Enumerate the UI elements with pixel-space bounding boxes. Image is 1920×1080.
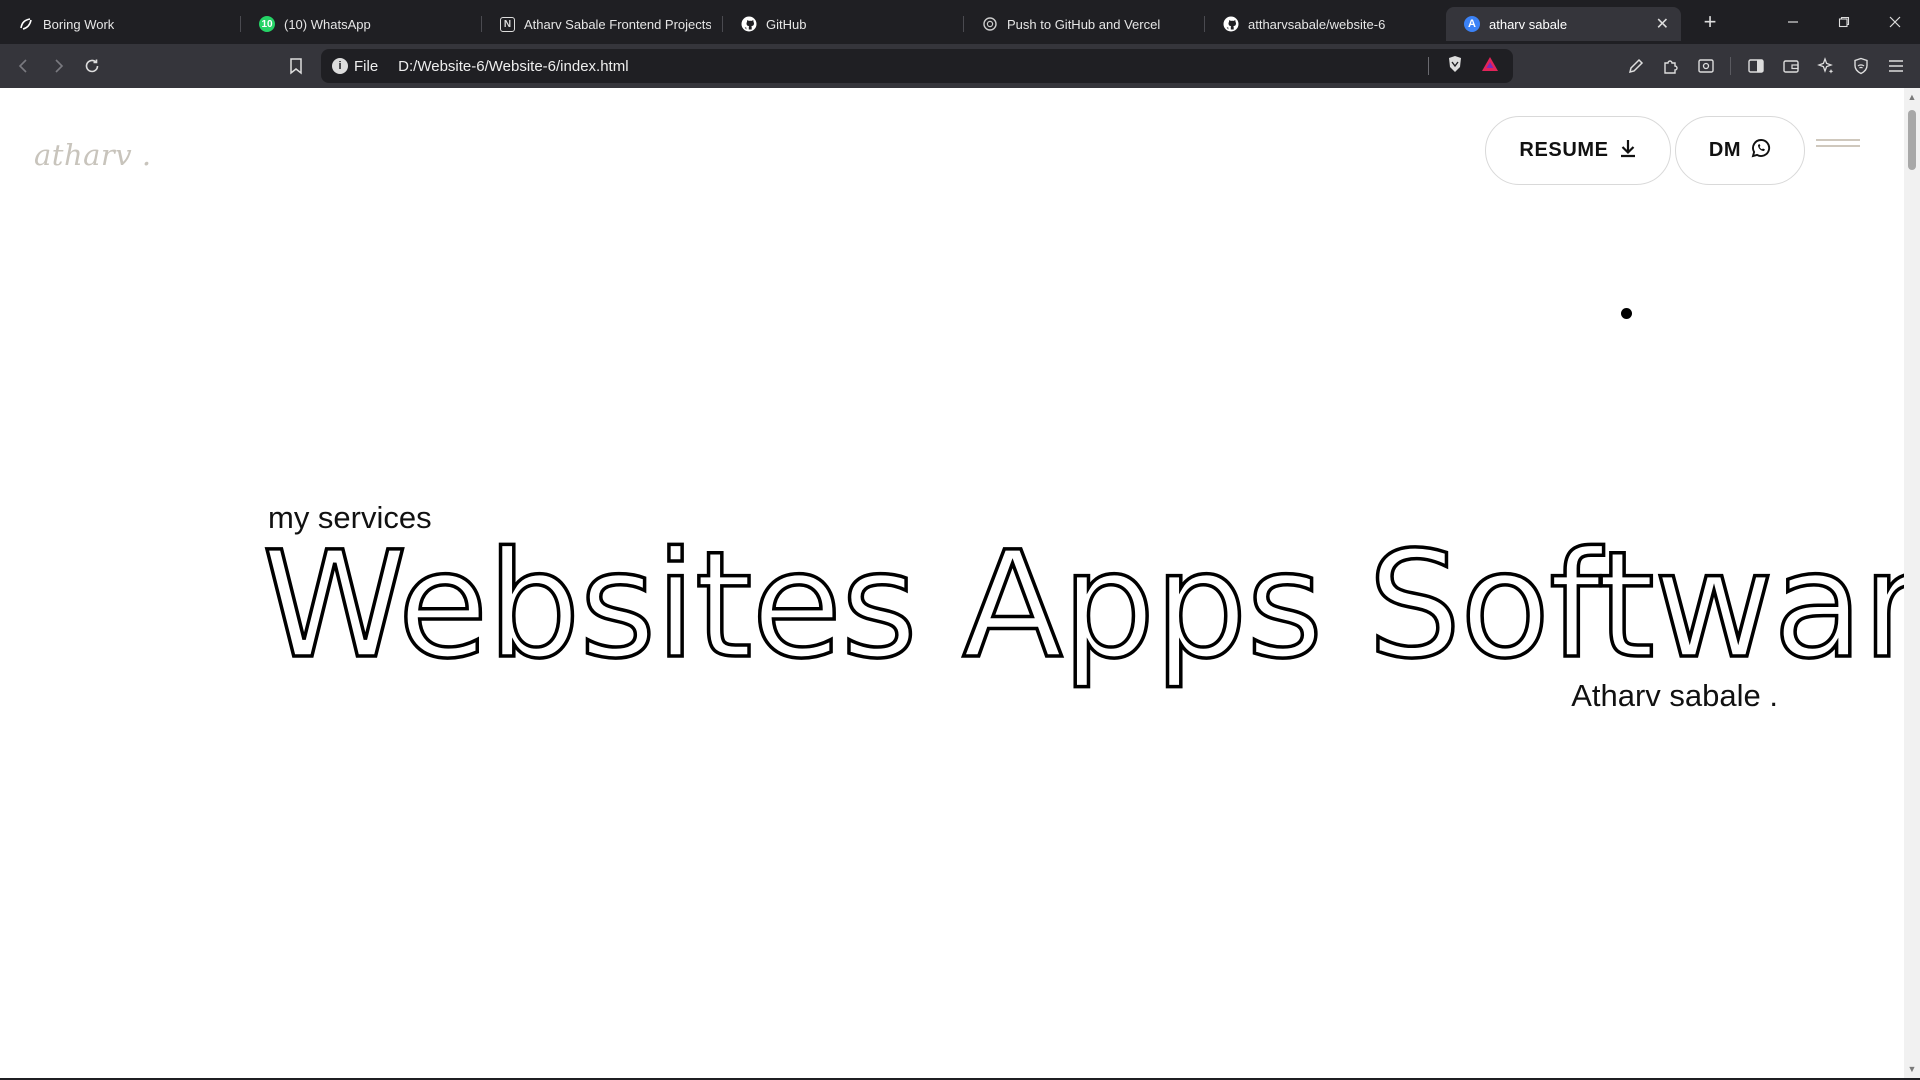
close-tab-icon[interactable]: ✕ [1648,14,1669,34]
author-signature: Atharv sabale . [1571,678,1778,713]
divider [1730,57,1731,75]
chatgpt-icon [982,16,998,32]
page-viewport: atharv . RESUME DM my services Websites … [0,88,1904,1078]
tab-title: atharv sabale [1489,16,1568,32]
close-window-button[interactable] [1869,0,1920,44]
scroll-up-arrow-icon[interactable]: ▲ [1904,90,1920,104]
tab-whatsapp[interactable]: 10 (10) WhatsApp [241,7,482,41]
site-a-icon: A [1464,16,1480,32]
tab-title: Push to GitHub and Vercel [1007,16,1161,32]
new-tab-button[interactable]: + [1695,9,1725,35]
menu-icon[interactable] [1879,50,1912,82]
hamburger-menu-icon[interactable] [1816,139,1860,149]
sidebar-icon[interactable] [1739,50,1772,82]
info-icon[interactable]: i [332,58,348,74]
tab-atharv-sabale[interactable]: A atharv sabale ✕ [1446,7,1681,41]
github-icon [741,16,757,32]
tab-github-repo[interactable]: attharvsabale/website-6 [1205,7,1446,41]
extensions-icon[interactable] [1654,50,1687,82]
url-text[interactable]: D:/Website-6/Website-6/index.html [398,58,628,75]
browser-toolbar: i File D:/Website-6/Website-6/index.html [0,44,1920,88]
vpn-icon[interactable] [1844,50,1877,82]
tab-strip: Boring Work 10 (10) WhatsApp N Atharv Sa… [0,0,1920,44]
pen-icon[interactable] [1619,50,1652,82]
tab-notion[interactable]: N Atharv Sabale Frontend Projects [482,7,723,41]
dm-label: DM [1708,139,1742,161]
tab-title: Boring Work [43,16,115,32]
leo-ai-icon[interactable] [1809,50,1842,82]
scheme-label: File [354,57,379,75]
minimize-button[interactable] [1767,0,1818,44]
github-icon [1223,16,1239,32]
address-bar[interactable]: i File D:/Website-6/Website-6/index.html [321,49,1513,83]
brave-shield-icon[interactable] [1447,55,1463,77]
brave-rewards-icon[interactable] [1481,56,1499,76]
tab-title: attharvsabale/website-6 [1248,16,1386,32]
scroll-down-arrow-icon[interactable]: ▼ [1904,1062,1920,1076]
scrollbar-thumb[interactable] [1908,110,1916,170]
tab-chatgpt[interactable]: Push to GitHub and Vercel [964,7,1205,41]
dm-button[interactable]: DM [1675,116,1805,185]
whatsapp-icon: 10 [259,16,275,32]
resume-button[interactable]: RESUME [1485,116,1671,185]
page-scrollbar[interactable]: ▲ ▼ [1904,88,1920,1078]
tab-github[interactable]: GitHub [723,7,964,41]
site-logo[interactable]: atharv . [34,138,152,172]
reload-button[interactable] [75,50,109,82]
download-icon [1619,138,1637,164]
wallet-icon[interactable] [1774,50,1807,82]
whatsapp-icon [1751,138,1771,164]
back-button[interactable] [7,50,41,82]
restore-button[interactable] [1818,0,1869,44]
notion-icon: N [500,16,515,32]
forward-button[interactable] [41,50,75,82]
toolbar-actions [1619,44,1912,88]
boring-work-icon [18,16,34,32]
services-headline: Websites Apps Software [260,520,1904,691]
tab-boring-work[interactable]: Boring Work [0,7,241,41]
tab-title: (10) WhatsApp [284,16,371,32]
resume-label: RESUME [1519,139,1609,161]
tab-title: GitHub [766,16,807,32]
bookmark-button[interactable] [279,50,313,82]
cursor-follower-dot [1621,308,1632,319]
tab-title: Atharv Sabale Frontend Projects [524,16,711,32]
divider [1428,57,1429,75]
window-controls [1767,0,1920,44]
screenshot-icon[interactable] [1689,50,1722,82]
